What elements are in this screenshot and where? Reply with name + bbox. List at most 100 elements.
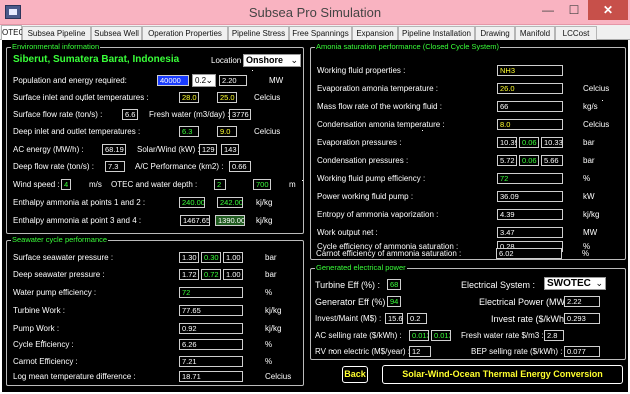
wind-speed-field[interactable]: 4 bbox=[61, 179, 71, 190]
fresh-water-label: Fresh water (m3/day) : bbox=[149, 110, 230, 119]
enthalpy3-field[interactable]: 1467.65 bbox=[180, 215, 210, 226]
energy-field[interactable]: 2.20 bbox=[219, 75, 247, 86]
tab-subsea-well[interactable]: Subsea Well bbox=[91, 26, 142, 40]
deep-temp-in-field[interactable]: 6.3 bbox=[179, 126, 199, 137]
turbine-eff-field[interactable]: 68 bbox=[387, 279, 401, 290]
surface-temp-label: Surface inlet and outlet temperatures : bbox=[13, 93, 149, 102]
working-fluid-label: Working fluid properties : bbox=[317, 66, 406, 75]
tab-free-spannings[interactable]: Free Spannings bbox=[289, 26, 352, 40]
invest-rate-field[interactable]: 0.293 bbox=[564, 313, 600, 324]
deep-pressure-label: Deep seawater pressure : bbox=[13, 270, 105, 279]
ammonia-group-title: Amonia saturation performance (Closed Cy… bbox=[315, 42, 500, 51]
maint-field[interactable]: 0.2 bbox=[407, 313, 427, 324]
wind-field[interactable]: 143 bbox=[221, 144, 239, 155]
evap-temp-unit: Celcius bbox=[583, 84, 610, 93]
carnot-ammonia-field[interactable]: 6.02 bbox=[496, 248, 562, 259]
energy-unit: MW bbox=[269, 76, 284, 85]
ac-energy-field[interactable]: 68.19 bbox=[102, 144, 126, 155]
cond-temp-field[interactable]: 8.0 bbox=[497, 119, 563, 130]
deep-pressure-unit: bar bbox=[265, 270, 277, 279]
tab-pipeline-stress[interactable]: Pipeline Stress bbox=[228, 26, 289, 40]
gen-eff-field[interactable]: 94 bbox=[387, 296, 401, 307]
working-fluid-field[interactable]: NH3 bbox=[497, 65, 563, 76]
cond-pressure-3[interactable]: 5.66 bbox=[541, 155, 563, 166]
app-banner: Solar-Wind-Ocean Thermal Energy Conversi… bbox=[382, 365, 623, 384]
ac-rate-2-field[interactable]: 0.013 bbox=[431, 330, 451, 341]
power-group-title: Generated electrical power bbox=[315, 263, 407, 272]
cycle-eff-field[interactable]: 6.26 bbox=[179, 339, 243, 350]
cond-pressure-1[interactable]: 5.72 bbox=[497, 155, 517, 166]
ac-energy-label: AC energy (MW/h) : bbox=[13, 145, 84, 154]
water-depth-field[interactable]: 700 bbox=[253, 179, 271, 190]
surface-temp-out-field[interactable]: 25.0 bbox=[217, 92, 237, 103]
enthalpy4-field[interactable]: 1390.00 bbox=[215, 215, 245, 226]
evap-pressure-1[interactable]: 10.39 bbox=[497, 137, 517, 148]
evap-pressure-3[interactable]: 10.33 bbox=[541, 137, 563, 148]
mass-flow-unit: kg/s bbox=[583, 102, 598, 111]
carnot-eff-field[interactable]: 7.21 bbox=[179, 356, 243, 367]
fresh-water-rate-field[interactable]: 2.8 bbox=[544, 330, 564, 341]
population-factor-select[interactable]: 0.2 ⌄ bbox=[192, 74, 216, 87]
solar-field[interactable]: 129 bbox=[199, 144, 217, 155]
bep-field[interactable]: 0.077 bbox=[564, 346, 600, 357]
power-pump-field[interactable]: 36.09 bbox=[497, 191, 563, 202]
surface-temp-in-field[interactable]: 28.0 bbox=[179, 92, 199, 103]
minimize-button[interactable]: — bbox=[535, 0, 561, 20]
evap-pressure-label: Evaporation pressures : bbox=[317, 138, 402, 147]
seawater-group: Seawater cycle performance Surface seawa… bbox=[6, 235, 304, 386]
environmental-group: Environmental information Siberut, Sumat… bbox=[6, 42, 304, 234]
surface-pressure-3[interactable]: 1.00 bbox=[223, 252, 243, 263]
surface-flow-field[interactable]: 6.6 bbox=[122, 109, 138, 120]
deep-pressure-2[interactable]: 0.72 bbox=[201, 269, 221, 280]
enthalpy2-field[interactable]: 242.00 bbox=[217, 197, 243, 208]
otec-depth-field[interactable]: 2 bbox=[214, 179, 226, 190]
gen-eff-label: Generator Eff (%) : bbox=[315, 297, 391, 307]
wind-speed-label: Wind speed : bbox=[13, 180, 60, 189]
maximize-button[interactable]: ☐ bbox=[561, 0, 587, 20]
mass-flow-field[interactable]: 66 bbox=[497, 101, 563, 112]
ac-perf-field[interactable]: 0.66 bbox=[229, 161, 251, 172]
rv-field[interactable]: 12 bbox=[409, 346, 431, 357]
close-button[interactable]: ✕ bbox=[588, 0, 628, 20]
deep-flow-field[interactable]: 7.3 bbox=[105, 161, 125, 172]
tab-drawing[interactable]: Drawing bbox=[475, 26, 515, 40]
tab-manifold[interactable]: Manifold bbox=[515, 26, 555, 40]
deep-pressure-1[interactable]: 1.72 bbox=[179, 269, 199, 280]
invest-field[interactable]: 15.6 bbox=[385, 313, 403, 324]
tab-operation-properties[interactable]: Operation Properties bbox=[142, 26, 228, 40]
work-net-field[interactable]: 3.47 bbox=[497, 227, 563, 238]
pump-work-field[interactable]: 0.92 bbox=[179, 323, 243, 334]
chevron-down-icon: ⌄ bbox=[290, 55, 298, 65]
surface-pressure-2[interactable]: 0.30 bbox=[201, 252, 221, 263]
surface-pressure-1[interactable]: 1.30 bbox=[179, 252, 199, 263]
water-pump-eff-field[interactable]: 72 bbox=[179, 287, 243, 298]
back-button[interactable]: Back bbox=[342, 366, 368, 383]
turbine-eff-label: Turbine Eff (%) : bbox=[315, 280, 381, 290]
power-group: Generated electrical power Turbine Eff (… bbox=[310, 263, 626, 360]
lmtd-label: Log mean temperature difference : bbox=[13, 372, 136, 381]
evap-temp-field[interactable]: 26.0 bbox=[497, 83, 563, 94]
elec-power-field[interactable]: 2.22 bbox=[564, 296, 600, 307]
fresh-water-field[interactable]: 3776 bbox=[229, 109, 251, 120]
elec-system-select[interactable]: SWOTEC ⌄ bbox=[544, 277, 606, 290]
tab-otec[interactable]: OTEC bbox=[1, 25, 24, 40]
location-label: Location : bbox=[211, 56, 246, 65]
wf-pump-eff-field[interactable]: 72 bbox=[497, 173, 563, 184]
tab-expansion[interactable]: Expansion bbox=[352, 26, 398, 40]
enthalpy1-field[interactable]: 240.00 bbox=[179, 197, 205, 208]
deep-pressure-3[interactable]: 1.00 bbox=[223, 269, 243, 280]
location-select[interactable]: Onshore ⌄ bbox=[243, 54, 301, 67]
turbine-work-field[interactable]: 77.65 bbox=[179, 305, 243, 316]
tab-lccost[interactable]: LCCost bbox=[555, 26, 597, 40]
tab-subsea-pipeline[interactable]: Subsea Pipeline bbox=[22, 26, 91, 40]
tab-pipeline-installation[interactable]: Pipeline Installation bbox=[398, 26, 475, 40]
water-pump-eff-unit: % bbox=[265, 288, 273, 297]
population-field[interactable]: 40000 bbox=[157, 75, 189, 86]
entropy-field[interactable]: 4.39 bbox=[497, 209, 563, 220]
evap-pressure-2[interactable]: 0.06 bbox=[519, 137, 539, 148]
deep-temp-out-field[interactable]: 9.0 bbox=[217, 126, 237, 137]
ac-rate-1-field[interactable]: 0.013 bbox=[409, 330, 429, 341]
solar-wind-label: Solar/Wind (kW) : bbox=[137, 145, 200, 154]
cond-pressure-2[interactable]: 0.06 bbox=[519, 155, 539, 166]
lmtd-field[interactable]: 18.71 bbox=[179, 371, 243, 382]
